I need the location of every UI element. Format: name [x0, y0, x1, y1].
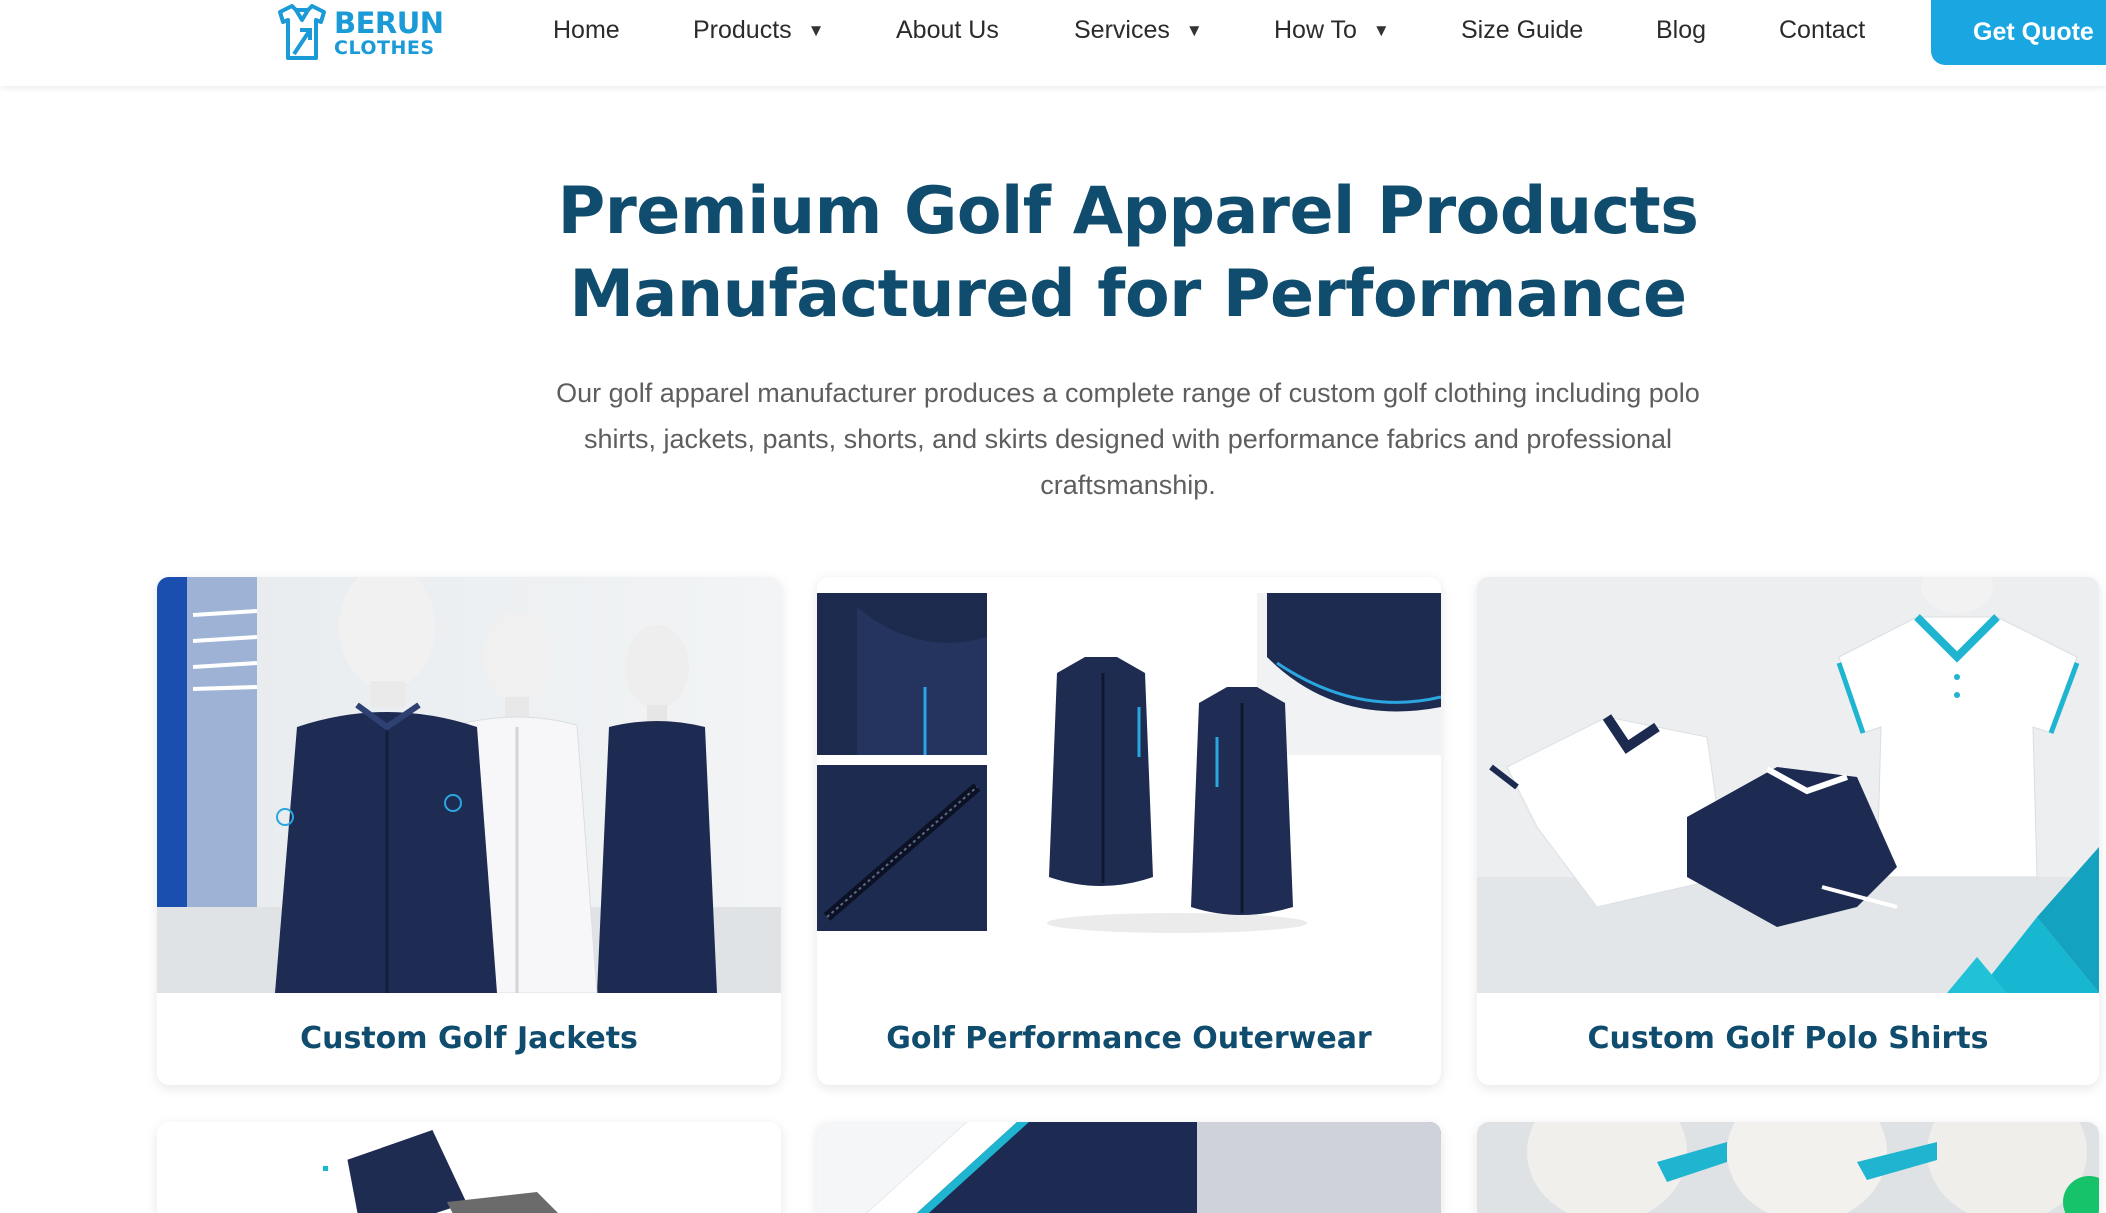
nav-services-label: Services [1074, 16, 1170, 44]
golf-skirts-image [1477, 1122, 2099, 1213]
page-subtitle: Our golf apparel manufacturer produces a… [556, 378, 1700, 500]
get-quote-button[interactable]: Get Quote [1931, 0, 2106, 65]
nav-products-label: Products [693, 16, 792, 44]
golf-shorts-image [817, 1122, 1441, 1213]
nav-contact[interactable]: Contact [1779, 16, 1865, 45]
nav-size-guide-label: Size Guide [1461, 16, 1584, 44]
nav-home-label: Home [553, 16, 620, 44]
product-label-golf-polo-shirts: Custom Golf Polo Shirts [1587, 1020, 1989, 1056]
golf-pants-image [157, 1122, 781, 1213]
site-header: BERUN CLOTHES Home Products ▼ About Us S… [0, 0, 2106, 86]
golf-outerwear-image [817, 577, 1441, 993]
caret-down-icon: ▼ [807, 20, 825, 40]
product-card-golf-jackets[interactable]: Custom Golf Jackets [157, 577, 781, 1085]
nav-products[interactable]: Products ▼ [693, 16, 825, 45]
nav-how-to[interactable]: How To ▼ [1274, 16, 1390, 45]
main-nav: Home Products ▼ About Us Services ▼ How … [0, 0, 2106, 64]
product-card-golf-skirts[interactable] [1477, 1122, 2099, 1213]
nav-size-guide[interactable]: Size Guide [1461, 16, 1583, 45]
nav-blog-label: Blog [1656, 16, 1707, 44]
product-card-golf-shorts[interactable] [817, 1122, 1441, 1213]
product-card-golf-outerwear[interactable]: Golf Performance Outerwear [817, 577, 1441, 1085]
golf-polo-shirts-image [1477, 577, 2099, 993]
nav-how-to-label: How To [1274, 16, 1357, 44]
nav-home[interactable]: Home [553, 16, 620, 45]
nav-contact-label: Contact [1779, 16, 1866, 44]
nav-about-us[interactable]: About Us [896, 16, 999, 45]
page-title: Premium Golf Apparel Products Manufactur… [557, 174, 1699, 332]
golf-jackets-image [157, 577, 781, 993]
product-card-golf-polo-shirts[interactable]: Custom Golf Polo Shirts [1477, 577, 2099, 1085]
product-label-golf-outerwear: Golf Performance Outerwear [886, 1020, 1372, 1056]
nav-blog[interactable]: Blog [1656, 16, 1706, 45]
caret-down-icon: ▼ [1372, 20, 1390, 40]
nav-about-us-label: About Us [896, 16, 999, 44]
caret-down-icon: ▼ [1185, 20, 1203, 40]
nav-services[interactable]: Services ▼ [1074, 16, 1203, 45]
product-card-golf-pants[interactable] [157, 1122, 781, 1213]
product-label-golf-jackets: Custom Golf Jackets [300, 1020, 638, 1056]
